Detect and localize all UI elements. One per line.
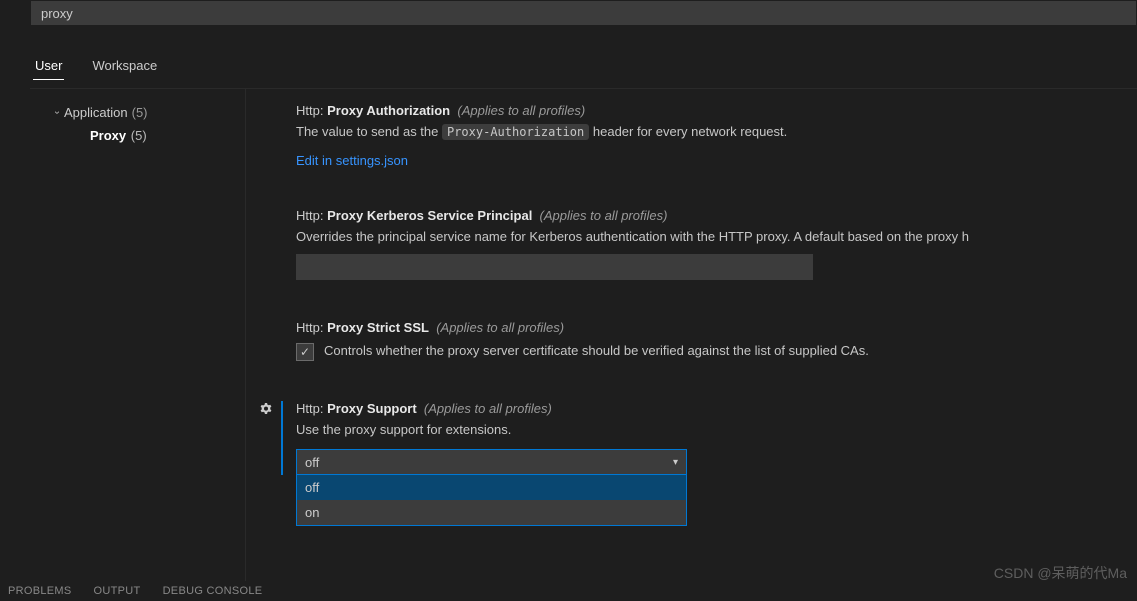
setting-description: The value to send as the Proxy-Authoriza… [296,124,1116,139]
setting-proxy-strict-ssl: Http: Proxy Strict SSL (Applies to all p… [296,320,1137,361]
setting-title: Http: Proxy Kerberos Service Principal (… [296,208,1137,223]
settings-search-bar[interactable] [30,0,1137,26]
setting-name: Proxy Kerberos Service Principal [327,208,532,223]
proxy-support-select[interactable]: off ▾ [296,449,687,475]
setting-name: Proxy Support [327,401,417,416]
edit-in-settings-json-link[interactable]: Edit in settings.json [296,153,408,168]
gear-icon[interactable] [258,402,274,418]
setting-prefix: Http: [296,103,323,118]
setting-description: Use the proxy support for extensions. [296,422,1116,437]
setting-prefix: Http: [296,401,323,416]
setting-title: Http: Proxy Authorization (Applies to al… [296,103,1137,118]
setting-proxy-authorization: Http: Proxy Authorization (Applies to al… [296,103,1137,168]
strict-ssl-checkbox[interactable]: ✓ [296,343,314,361]
select-value: off [305,455,319,470]
panel-output[interactable]: OUTPUT [94,585,141,597]
setting-proxy-kerberos: Http: Proxy Kerberos Service Principal (… [296,208,1137,280]
toc-application-label: Application [64,105,128,120]
setting-description: Overrides the principal service name for… [296,229,1116,244]
setting-prefix: Http: [296,320,323,335]
settings-search-input[interactable] [31,6,1136,21]
setting-scope: (Applies to all profiles) [457,103,585,118]
setting-title: Http: Proxy Strict SSL (Applies to all p… [296,320,1137,335]
settings-body: › Application (5) Proxy (5) Http: Proxy … [30,88,1137,601]
setting-scope: (Applies to all profiles) [424,401,552,416]
setting-prefix: Http: [296,208,323,223]
setting-title: Http: Proxy Support (Applies to all prof… [296,401,1137,416]
panel-debug-console[interactable]: DEBUG CONSOLE [163,585,263,597]
check-icon: ✓ [300,345,310,359]
dropdown-option-on[interactable]: on [297,500,686,525]
kerberos-principal-input[interactable] [296,254,813,280]
toc-application[interactable]: › Application (5) [38,101,245,124]
proxy-support-select-wrap: off ▾ off on [296,449,687,475]
setting-description: Controls whether the proxy server certif… [324,343,869,358]
settings-toc: › Application (5) Proxy (5) [30,89,245,601]
chevron-down-icon: ▾ [673,457,678,468]
panel-problems[interactable]: PROBLEMS [8,585,72,597]
tab-workspace[interactable]: Workspace [90,52,159,80]
setting-scope: (Applies to all profiles) [540,208,668,223]
toc-proxy[interactable]: Proxy (5) [38,124,245,147]
chevron-down-icon: › [52,106,63,120]
setting-name: Proxy Authorization [327,103,450,118]
strict-ssl-row: ✓ Controls whether the proxy server cert… [296,343,1137,361]
dropdown-option-off[interactable]: off [297,475,686,500]
panel-tabs: PROBLEMS OUTPUT DEBUG CONSOLE [0,581,1137,601]
proxy-support-dropdown: off on [296,475,687,526]
toc-proxy-label: Proxy [90,128,126,143]
settings-scope-tabs: User Workspace [33,52,185,80]
code-literal: Proxy-Authorization [442,124,589,140]
setting-name: Proxy Strict SSL [327,320,429,335]
toc-application-count: (5) [132,105,148,120]
tab-user[interactable]: User [33,52,64,80]
toc-proxy-count: (5) [131,128,147,143]
settings-list: Http: Proxy Authorization (Applies to al… [245,89,1137,601]
setting-scope: (Applies to all profiles) [436,320,564,335]
setting-proxy-support: Http: Proxy Support (Applies to all prof… [296,401,1137,475]
